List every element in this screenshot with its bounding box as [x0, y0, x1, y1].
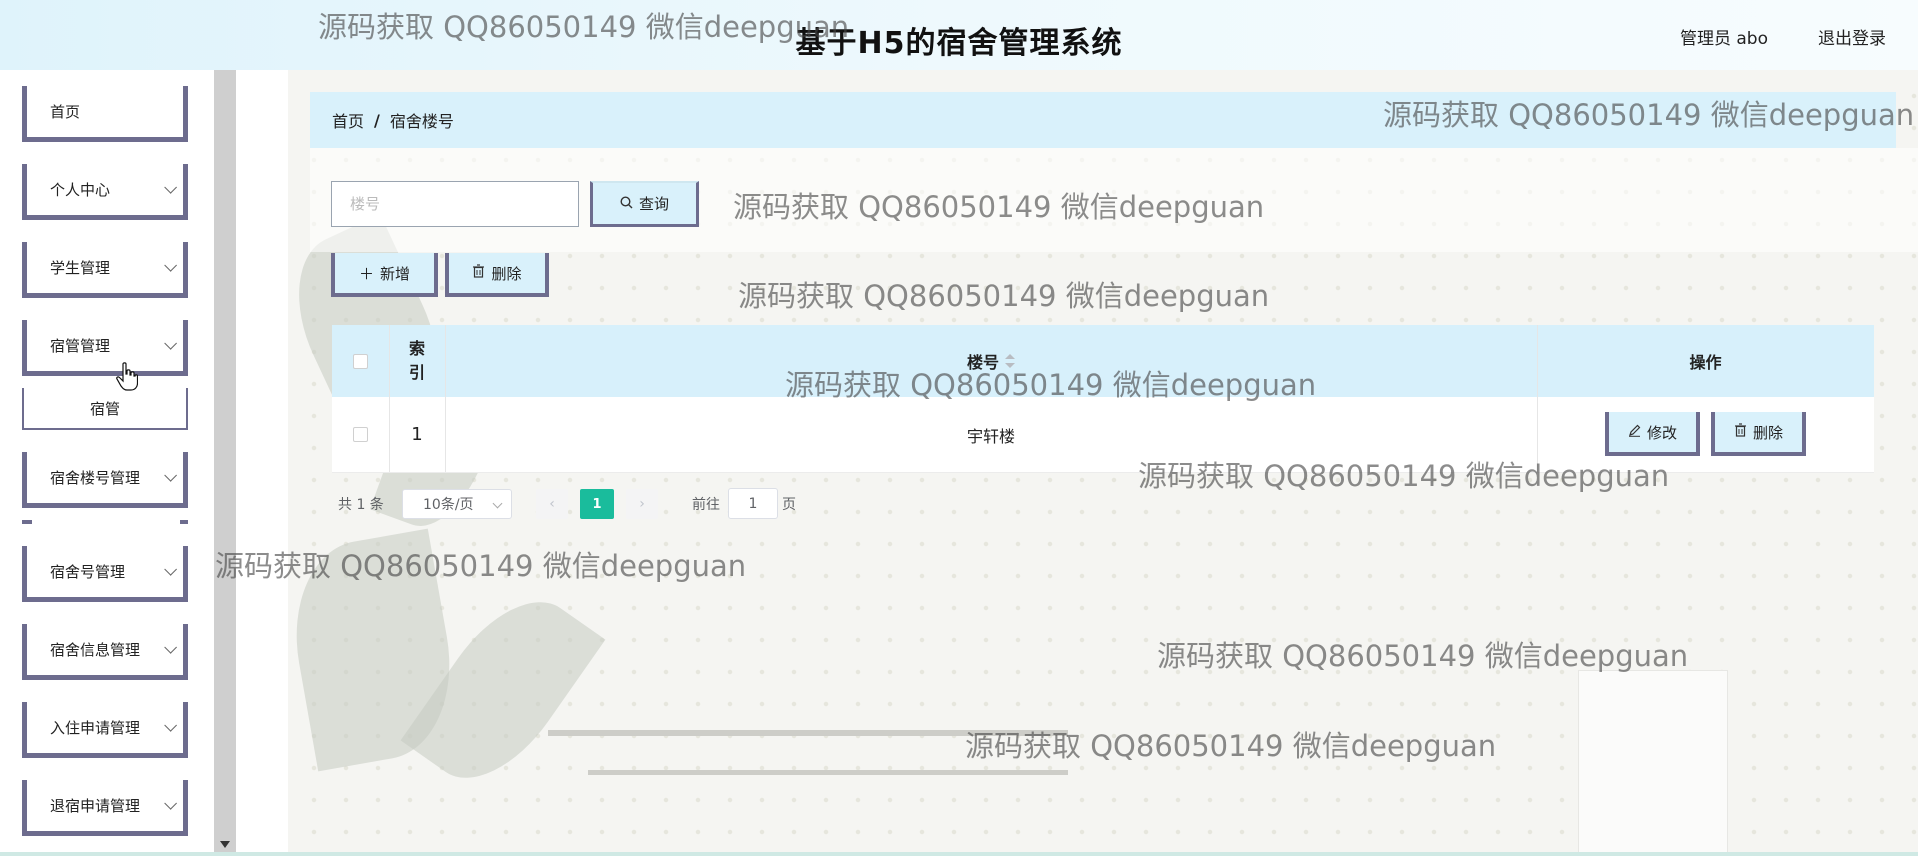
page-unit-label: 页: [782, 497, 796, 513]
top-header: 基于H5的宿舍管理系统 管理员 abo 退出登录: [0, 0, 1918, 70]
pagination-total: 共 1 条: [338, 497, 384, 513]
sidebar-item-label: 宿舍信息管理: [50, 641, 141, 659]
sidebar-item-label: 学生管理: [50, 259, 111, 277]
hand-cursor-icon: [116, 362, 139, 392]
page-size-select[interactable]: 10条/页: [402, 489, 512, 519]
sidebar-item-label: 首页: [50, 103, 81, 121]
page-size-value: 10条/页: [423, 497, 474, 513]
sidebar-item-student-management[interactable]: 学生管理: [22, 242, 188, 298]
prev-page-button[interactable]: ‹: [536, 489, 568, 519]
breadcrumb-separator: /: [374, 110, 380, 130]
menu-divider: [180, 520, 188, 524]
shelf-decoration: [588, 770, 1068, 775]
logout-link[interactable]: 退出登录: [1818, 24, 1886, 49]
vase-decoration: [1578, 670, 1728, 856]
menu-divider: [22, 520, 32, 524]
sidebar-item-dorm-info-management[interactable]: 宿舍信息管理: [22, 624, 188, 680]
row-edit-button[interactable]: 修改: [1605, 412, 1700, 456]
chevron-down-icon: [164, 336, 177, 350]
sidebar-item-building-management[interactable]: 宿舍楼号管理: [22, 452, 188, 508]
building-search-input[interactable]: [331, 181, 579, 227]
chevron-left-icon: ‹: [549, 496, 555, 512]
goto-label: 前往: [692, 497, 720, 513]
sidebar-scrollbar[interactable]: [214, 70, 236, 856]
chevron-down-icon: [164, 258, 177, 272]
page-number-current[interactable]: 1: [580, 489, 614, 519]
sidebar-item-checkin-application[interactable]: 入住申请管理: [22, 702, 188, 758]
breadcrumb-current: 宿舍楼号: [389, 112, 454, 131]
chevron-down-icon: [164, 562, 177, 576]
content-gutter: [236, 70, 288, 856]
select-all-checkbox[interactable]: [353, 353, 368, 369]
query-button[interactable]: 查询: [590, 181, 699, 227]
watermark: 源码获取 QQ86050149 微信deepguan: [738, 279, 1270, 313]
admin-user-label: 管理员 abo: [1679, 29, 1768, 49]
chevron-down-icon: [164, 640, 177, 654]
chevron-down-icon: [164, 796, 177, 810]
batch-delete-button[interactable]: 删除: [445, 253, 549, 297]
watermark: 源码获取 QQ86050149 微信deepguan: [1138, 459, 1670, 493]
submenu-item-dorm-manager[interactable]: 宿管: [22, 388, 188, 430]
watermark: 源码获取 QQ86050149 微信deepguan: [785, 368, 1317, 402]
trash-icon: [1734, 423, 1747, 441]
sidebar-item-personal-center[interactable]: 个人中心: [22, 164, 188, 220]
chevron-right-icon: ›: [639, 496, 645, 512]
add-button[interactable]: ＋ 新增: [331, 253, 438, 297]
watermark: 源码获取 QQ86050149 微信deepguan: [318, 10, 850, 44]
header-index-label: 索引: [408, 339, 425, 382]
watermark: 源码获取 QQ86050149 微信deepguan: [965, 729, 1497, 763]
plus-icon: ＋: [358, 264, 374, 283]
sidebar-item-checkout-application[interactable]: 退宿申请管理: [22, 780, 188, 836]
header-operation-label: 操作: [1689, 353, 1722, 372]
scroll-down-arrow-icon[interactable]: [220, 841, 230, 848]
row-checkbox-cell: [332, 397, 389, 472]
watermark: 源码获取 QQ86050149 微信deepguan: [1383, 98, 1915, 132]
chevron-down-icon: [164, 718, 177, 732]
row-checkbox[interactable]: [353, 427, 368, 442]
batch-delete-label: 删除: [491, 264, 522, 283]
header-index: 索引: [389, 325, 445, 397]
trash-icon: [472, 264, 485, 282]
sidebar-item-dorm-manager-management[interactable]: 宿管管理: [22, 320, 188, 376]
sidebar-item-room-management[interactable]: 宿舍号管理: [22, 546, 188, 602]
sidebar-item-label: 宿舍楼号管理: [50, 469, 141, 487]
sidebar-item-home[interactable]: 首页: [22, 86, 188, 142]
watermark: 源码获取 QQ86050149 微信deepguan: [733, 190, 1265, 224]
row-edit-label: 修改: [1646, 423, 1677, 442]
header-checkbox-cell: [332, 325, 389, 397]
sidebar-item-label: 入住申请管理: [50, 719, 141, 737]
search-icon: [620, 195, 633, 213]
edit-icon: [1628, 423, 1641, 441]
header-operation: 操作: [1537, 325, 1874, 397]
row-index: 1: [411, 424, 423, 445]
sidebar-item-label: 宿舍号管理: [50, 563, 126, 581]
bottom-border: [0, 852, 1918, 856]
query-button-label: 查询: [638, 195, 669, 213]
chevron-down-icon: [492, 498, 503, 509]
goto-page-input[interactable]: [728, 488, 778, 519]
chevron-down-icon: [164, 180, 177, 194]
row-delete-button[interactable]: 删除: [1711, 412, 1806, 456]
watermark: 源码获取 QQ86050149 微信deepguan: [1157, 639, 1689, 673]
breadcrumb-home[interactable]: 首页: [332, 108, 364, 132]
row-delete-label: 删除: [1752, 423, 1783, 442]
submenu-item-label: 宿管: [89, 399, 120, 418]
chevron-down-icon: [164, 468, 177, 482]
sidebar-item-label: 个人中心: [50, 181, 111, 199]
sidebar: 首页 个人中心 学生管理 宿管管理 宿管 宿舍楼号管理 宿舍号管理 宿舍信息管理…: [0, 70, 214, 856]
site-title: 基于H5的宿舍管理系统: [795, 26, 1123, 61]
add-button-label: 新增: [380, 264, 411, 283]
watermark: 源码获取 QQ86050149 微信deepguan: [215, 549, 747, 583]
sidebar-item-label: 宿管管理: [50, 337, 111, 355]
sidebar-item-label: 退宿申请管理: [50, 797, 141, 815]
next-page-button[interactable]: ›: [626, 489, 658, 519]
